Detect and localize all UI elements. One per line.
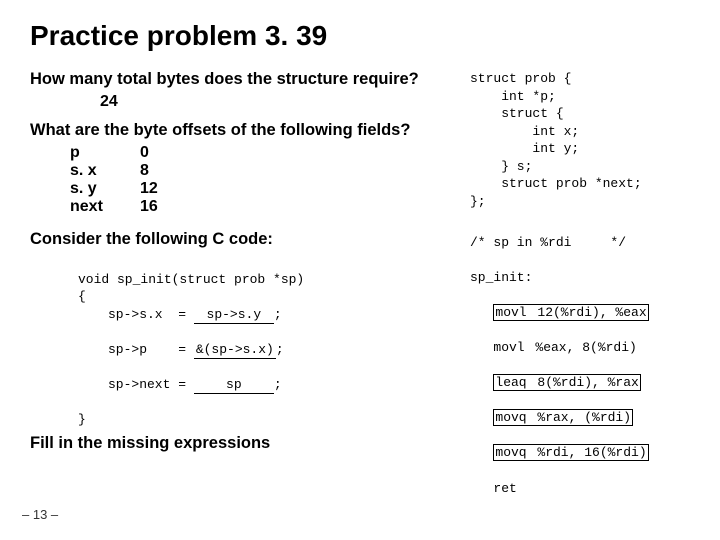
- question-total-bytes: How many total bytes does the structure …: [30, 70, 450, 89]
- asm-comment: /* sp in %rdi */: [470, 234, 690, 252]
- c-code-block: void sp_init(struct prob *sp) { sp->s.x …: [78, 253, 450, 428]
- question-offsets: What are the byte offsets of the followi…: [30, 121, 450, 140]
- field-value: 12: [140, 180, 158, 198]
- asm-label: sp_init:: [470, 269, 690, 287]
- c-line: sp->s.x = sp->s.y;: [108, 306, 450, 324]
- table-row: p 0: [70, 144, 450, 162]
- asm-code-block: /* sp in %rdi */ sp_init: movl12(%rdi), …: [470, 216, 690, 497]
- offsets-table: p 0 s. x 8 s. y 12 next 16: [70, 144, 450, 216]
- right-column: struct prob { int *p; struct { int x; in…: [470, 70, 690, 497]
- field-name: next: [70, 198, 140, 216]
- asm-line: ret: [470, 480, 690, 498]
- asm-line: movq%rax, (%rdi): [470, 409, 690, 427]
- page-number: – 13 –: [22, 507, 58, 522]
- asm-line: movq%rdi, 16(%rdi): [470, 444, 690, 462]
- field-value: 16: [140, 198, 158, 216]
- field-name: p: [70, 144, 140, 162]
- asm-line: movl%eax, 8(%rdi): [470, 339, 690, 357]
- c-line: sp->p = &(sp->s.x);: [108, 341, 450, 359]
- asm-line: movl12(%rdi), %eax: [470, 304, 690, 322]
- asm-line: leaq8(%rdi), %rax: [470, 374, 690, 392]
- table-row: s. x 8: [70, 162, 450, 180]
- blank-3: sp: [194, 376, 274, 394]
- blank-1: sp->s.y: [194, 306, 274, 324]
- fill-instruction: Fill in the missing expressions: [30, 434, 450, 453]
- table-row: next 16: [70, 198, 450, 216]
- c-line: {: [78, 289, 86, 304]
- page-title: Practice problem 3. 39: [30, 20, 690, 52]
- field-value: 8: [140, 162, 149, 180]
- field-value: 0: [140, 144, 149, 162]
- struct-code-block: struct prob { int *p; struct { int x; in…: [470, 70, 690, 210]
- field-name: s. x: [70, 162, 140, 180]
- answer-total-bytes: 24: [100, 93, 450, 111]
- c-line: void sp_init(struct prob *sp): [78, 272, 304, 287]
- field-name: s. y: [70, 180, 140, 198]
- c-line: sp->next = sp;: [108, 376, 450, 394]
- left-column: How many total bytes does the structure …: [30, 70, 450, 497]
- c-line: }: [78, 412, 86, 427]
- question-c-code: Consider the following C code:: [30, 230, 450, 249]
- blank-2: &(sp->s.x): [194, 341, 276, 359]
- table-row: s. y 12: [70, 180, 450, 198]
